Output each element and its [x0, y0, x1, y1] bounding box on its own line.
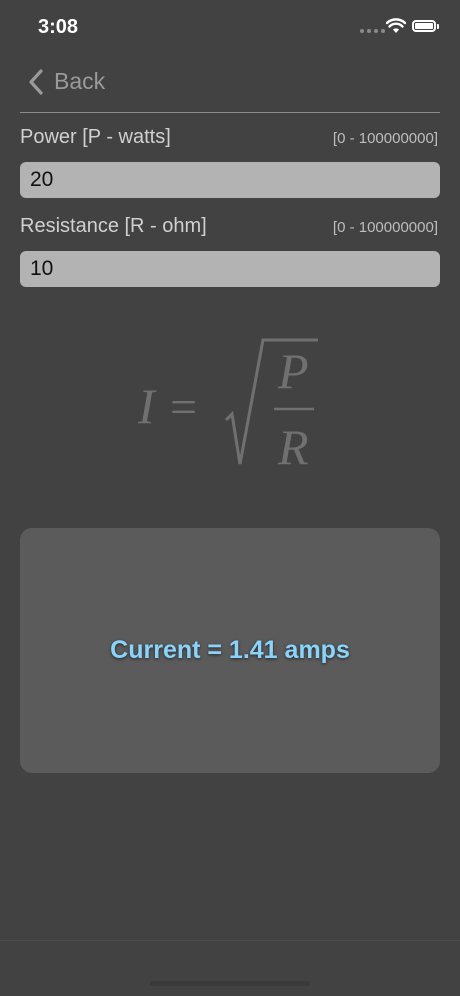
navigation-bar: Back: [0, 58, 460, 113]
resistance-label: Resistance [R - ohm]: [20, 215, 207, 237]
result-card: Current = 1.41 amps: [20, 528, 440, 773]
nav-divider: [20, 112, 440, 113]
formula-image: I = P R: [137, 336, 328, 475]
wifi-icon: [386, 18, 406, 33]
formula-equals: =: [170, 381, 197, 434]
power-range: [0 - 100000000]: [332, 130, 438, 147]
home-indicator: [150, 981, 310, 986]
bottom-divider: [0, 940, 460, 941]
power-input[interactable]: [20, 162, 440, 198]
resistance-range: [0 - 100000000]: [332, 219, 438, 236]
formula-denominator: R: [277, 419, 309, 471]
formula-lhs: I: [138, 378, 157, 434]
status-bar: 3:08: [0, 0, 460, 56]
cellular-signal-icon: [360, 29, 385, 33]
back-label: Back: [54, 68, 106, 94]
resistance-input[interactable]: [20, 251, 440, 287]
formula-numerator: P: [277, 343, 309, 399]
battery-icon: [412, 20, 439, 32]
status-time: 3:08: [38, 16, 79, 38]
back-button[interactable]: Back: [28, 68, 105, 95]
result-text: Current = 1.41 amps: [110, 636, 350, 664]
power-label: Power [P - watts]: [20, 126, 171, 148]
chevron-left-icon: [29, 68, 43, 95]
